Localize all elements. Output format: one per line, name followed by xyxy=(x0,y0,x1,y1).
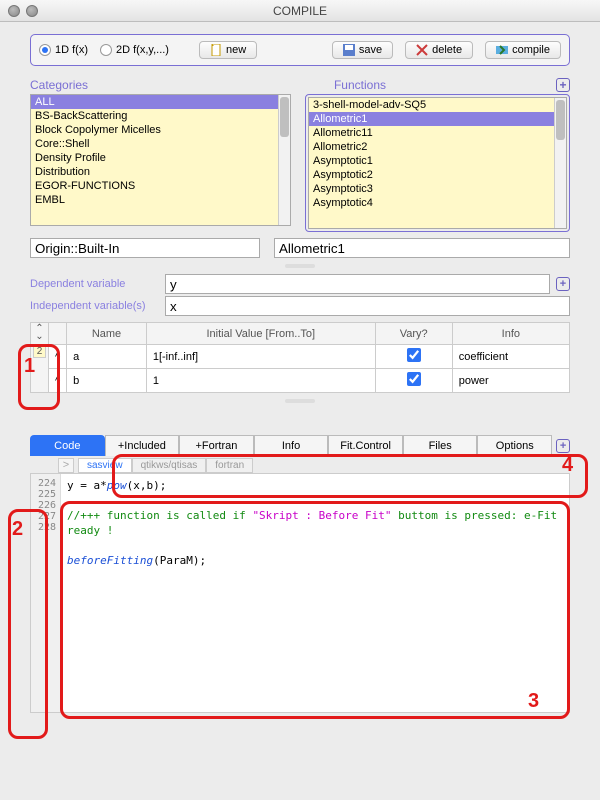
delete-button[interactable]: delete xyxy=(405,41,473,59)
list-item[interactable]: EGOR-FUNCTIONS xyxy=(31,179,290,193)
save-button-label: save xyxy=(359,44,382,56)
title-bar: COMPILE xyxy=(0,0,600,22)
add-depvar-button[interactable]: + xyxy=(556,277,570,291)
close-icon[interactable] xyxy=(8,5,20,17)
window-controls[interactable] xyxy=(8,5,38,17)
radio-icon xyxy=(39,44,51,56)
compile-icon xyxy=(496,44,508,56)
list-item[interactable]: EMBL xyxy=(31,193,290,207)
functions-header: Functions xyxy=(334,78,386,92)
list-item[interactable]: 3-shell-model-adv-SQ5 xyxy=(309,98,566,112)
tab-fitcontrol[interactable]: Fit.Control xyxy=(328,435,403,456)
indepvar-input[interactable] xyxy=(165,296,570,316)
scrollbar[interactable] xyxy=(554,98,566,228)
cell-name[interactable]: a xyxy=(67,345,147,369)
col-init: Initial Value [From..To] xyxy=(146,323,375,345)
list-item[interactable]: BS-BackScattering xyxy=(31,109,290,123)
vary-checkbox[interactable] xyxy=(407,348,421,362)
table-row[interactable]: ^ a 1[-inf..inf] coefficient xyxy=(31,345,570,369)
new-button[interactable]: new xyxy=(199,41,257,59)
list-item[interactable]: Asymptotic1 xyxy=(309,154,566,168)
col-info: Info xyxy=(452,323,569,345)
categories-list[interactable]: ALL BS-BackScattering Block Copolymer Mi… xyxy=(30,94,291,226)
indepvar-label: Independent variable(s) xyxy=(30,300,165,312)
window-title: COMPILE xyxy=(0,4,600,18)
list-item[interactable]: Asymptotic4 xyxy=(309,196,566,210)
splitter[interactable] xyxy=(12,262,588,270)
list-item[interactable]: Allometric2 xyxy=(309,140,566,154)
cell-info[interactable]: coefficient xyxy=(452,345,569,369)
tab-files[interactable]: Files xyxy=(403,435,478,456)
code-editor[interactable]: 224 225 226 227 228 y = a*pow(x,b); //++… xyxy=(30,473,570,713)
minimize-icon[interactable] xyxy=(26,5,38,17)
code-area[interactable]: y = a*pow(x,b); //+++ function is called… xyxy=(61,474,569,712)
cell-name[interactable]: b xyxy=(67,369,147,393)
save-button[interactable]: save xyxy=(332,41,393,59)
delete-icon xyxy=(416,44,428,56)
radio-icon xyxy=(100,44,112,56)
list-item[interactable]: ALL xyxy=(31,95,290,109)
editor-tabs: Code +Included +Fortran Info Fit.Control… xyxy=(30,435,570,456)
splitter[interactable] xyxy=(12,397,588,405)
tab-included[interactable]: +Included xyxy=(105,435,180,456)
tab-fortran[interactable]: +Fortran xyxy=(179,435,254,456)
add-function-button[interactable]: + xyxy=(556,78,570,92)
radio-2d-label: 2D f(x,y,...) xyxy=(116,44,169,56)
radio-2d[interactable]: 2D f(x,y,...) xyxy=(100,44,169,56)
selected-function-input[interactable] xyxy=(274,238,570,258)
scrollbar[interactable] xyxy=(278,95,290,225)
cell-info[interactable]: power xyxy=(452,369,569,393)
delete-button-label: delete xyxy=(432,44,462,56)
parameter-table: ⌃⌄ 2 Name Initial Value [From..To] Vary?… xyxy=(30,322,570,393)
param-count-value[interactable]: 2 xyxy=(33,345,46,358)
list-item[interactable]: Allometric1 xyxy=(309,112,566,126)
subtab-fortran[interactable]: fortran xyxy=(206,458,253,473)
table-row[interactable]: ^ b 1 power xyxy=(31,369,570,393)
list-item[interactable]: Density Profile xyxy=(31,151,290,165)
vary-checkbox[interactable] xyxy=(407,372,421,386)
save-icon xyxy=(343,44,355,56)
tab-options[interactable]: Options xyxy=(477,435,552,456)
dimension-toolbar: 1D f(x) 2D f(x,y,...) new save delete co… xyxy=(30,34,570,66)
radio-1d[interactable]: 1D f(x) xyxy=(39,44,88,56)
subtab-qtikws[interactable]: qtikws/qtisas xyxy=(132,458,207,473)
list-item[interactable]: Distribution xyxy=(31,165,290,179)
tab-info[interactable]: Info xyxy=(254,435,329,456)
compile-button-label: compile xyxy=(512,44,550,56)
editor-subtabs: > sasview qtikws/qtisas fortran xyxy=(58,458,570,473)
cell-init[interactable]: 1 xyxy=(146,369,375,393)
cell-init[interactable]: 1[-inf..inf] xyxy=(146,345,375,369)
col-name: Name xyxy=(67,323,147,345)
col-vary: Vary? xyxy=(375,323,452,345)
subtab-go-button[interactable]: > xyxy=(58,458,74,473)
radio-1d-label: 1D f(x) xyxy=(55,44,88,56)
add-tab-button[interactable]: + xyxy=(556,439,570,453)
new-icon xyxy=(210,44,222,56)
depvar-label: Dependent variable xyxy=(30,278,165,290)
new-button-label: new xyxy=(226,44,246,56)
line-gutter: 224 225 226 227 228 xyxy=(31,474,61,712)
list-item[interactable]: Core::Shell xyxy=(31,137,290,151)
list-item[interactable]: Asymptotic2 xyxy=(309,168,566,182)
list-item[interactable]: Block Copolymer Micelles xyxy=(31,123,290,137)
subtab-sasview[interactable]: sasview xyxy=(78,458,132,473)
list-item[interactable]: Asymptotic3 xyxy=(309,182,566,196)
compile-button[interactable]: compile xyxy=(485,41,561,59)
list-item[interactable]: Allometric11 xyxy=(309,126,566,140)
param-count-spinner[interactable]: ⌃⌄ xyxy=(33,325,46,341)
origin-input[interactable] xyxy=(30,238,260,258)
tab-code[interactable]: Code xyxy=(30,435,105,456)
depvar-input[interactable] xyxy=(165,274,550,294)
categories-header: Categories xyxy=(30,78,88,92)
functions-list[interactable]: 3-shell-model-adv-SQ5 Allometric1 Allome… xyxy=(308,97,567,229)
